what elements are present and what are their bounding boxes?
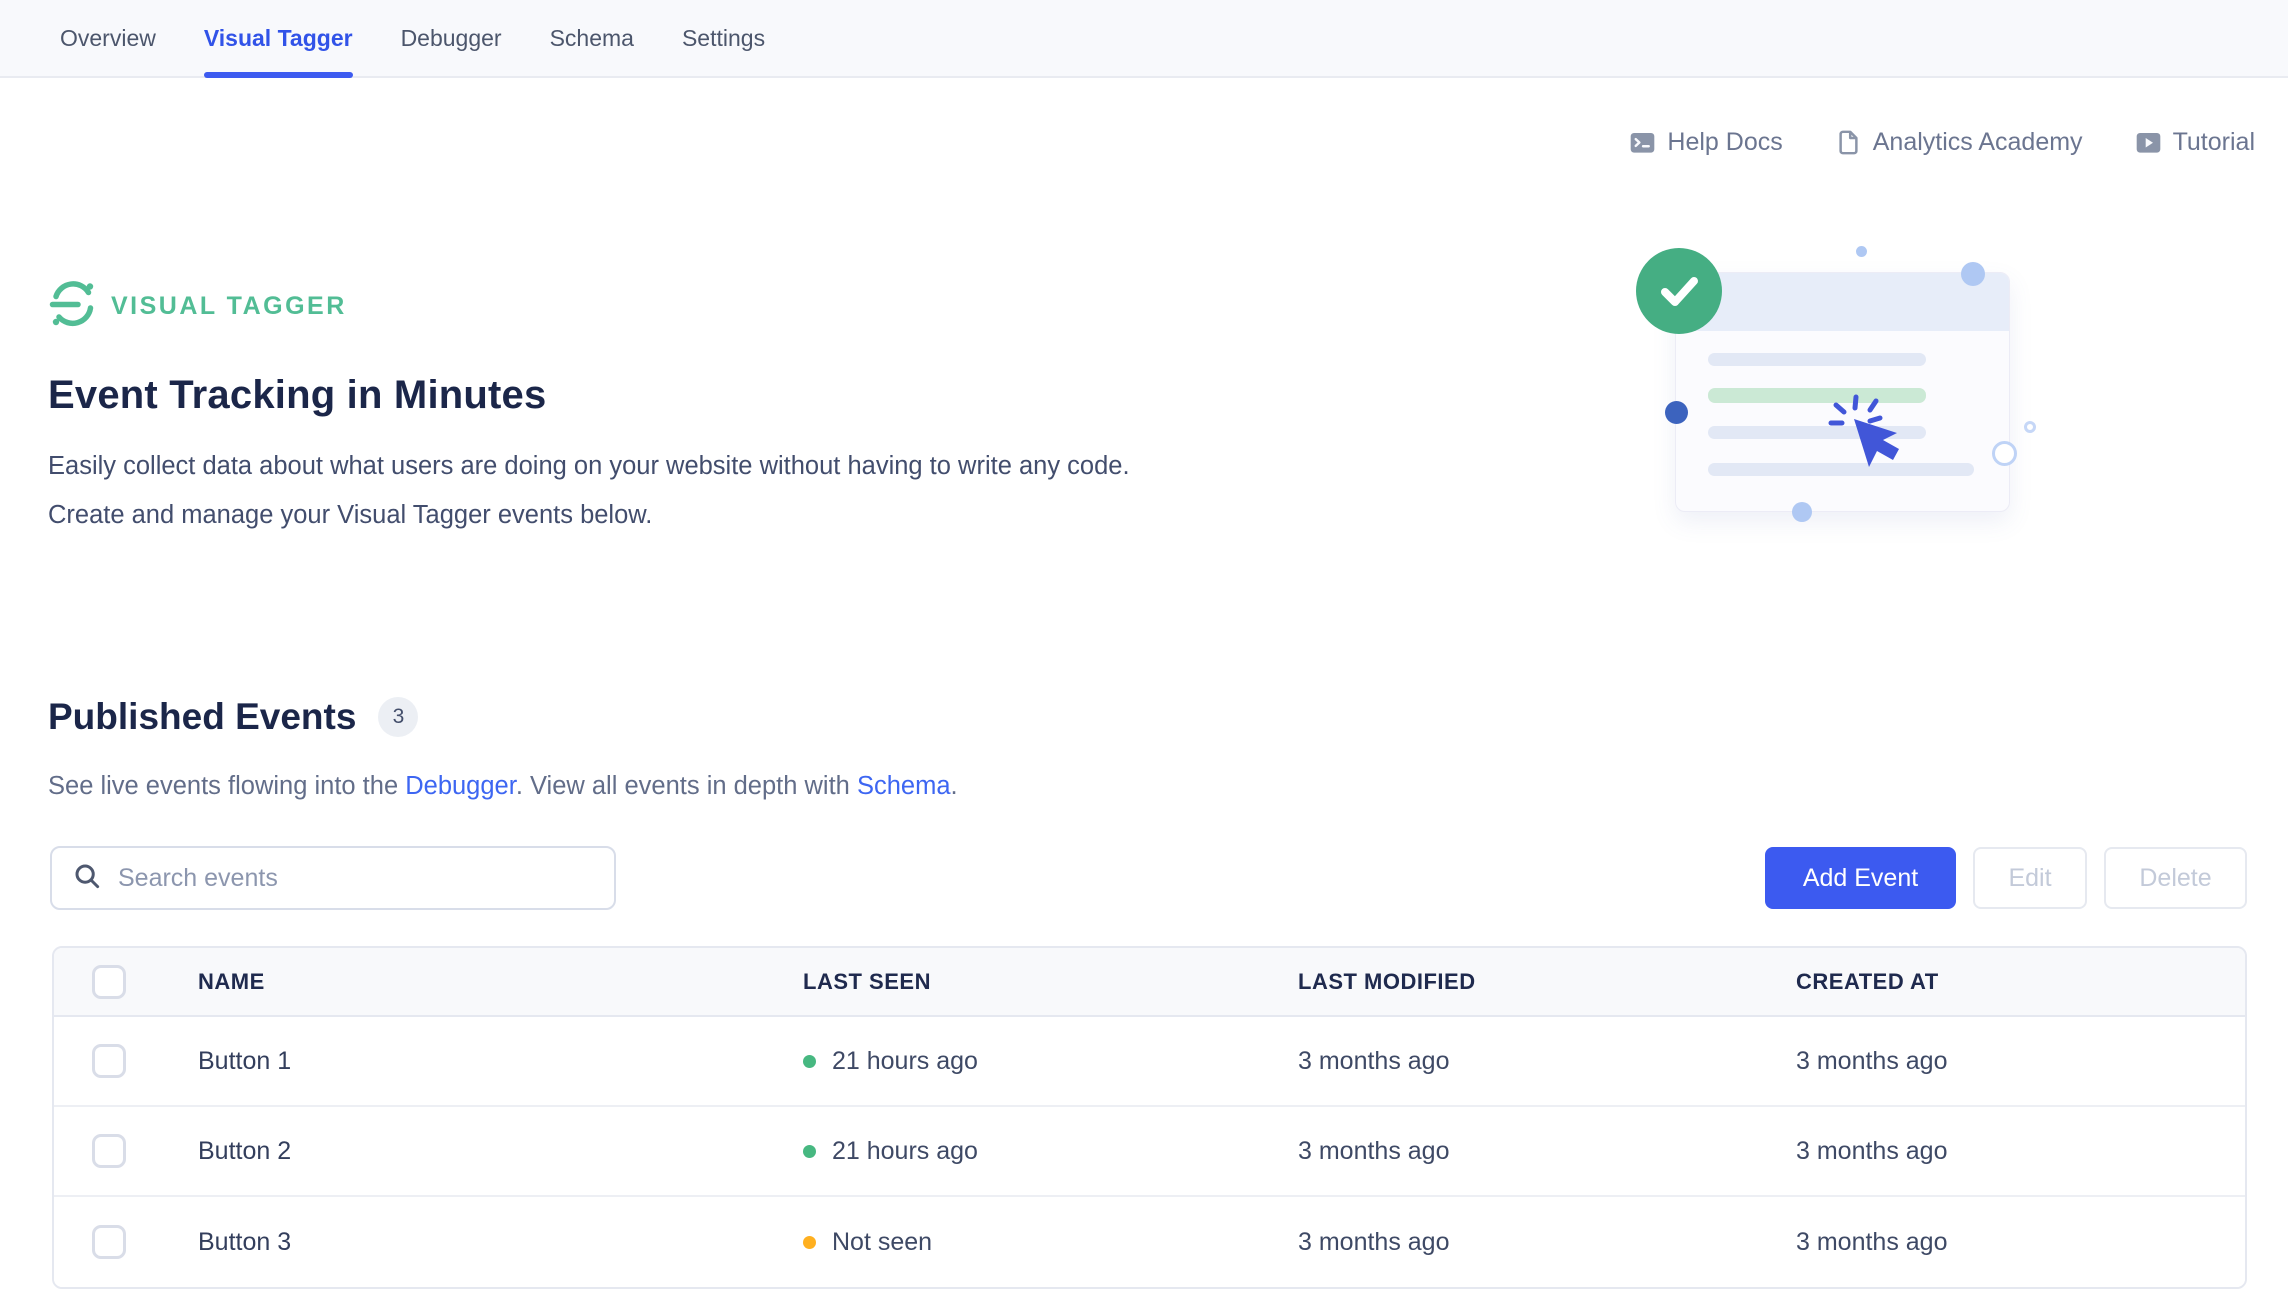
table-row[interactable]: Button 1 21 hours ago 3 months ago 3 mon… (54, 1017, 2245, 1107)
description-line: Easily collect data about what users are… (48, 442, 1130, 491)
event-count-badge: 3 (378, 697, 418, 737)
published-events-section: Published Events 3 See live events flowi… (48, 696, 958, 801)
edit-button[interactable]: Edit (1973, 847, 2087, 909)
last-modified-cell: 3 months ago (1298, 1137, 1796, 1166)
tab-visual-tagger[interactable]: Visual Tagger (204, 0, 353, 76)
row-checkbox[interactable] (92, 1225, 126, 1259)
table-row[interactable]: Button 2 21 hours ago 3 months ago 3 mon… (54, 1107, 2245, 1197)
last-seen-cell: 21 hours ago (803, 1137, 1298, 1166)
events-table: NAME LAST SEEN LAST MODIFIED CREATED AT … (52, 946, 2247, 1289)
table-row[interactable]: Button 3 Not seen 3 months ago 3 months … (54, 1197, 2245, 1287)
event-name-cell: Button 2 (198, 1137, 803, 1166)
illustration-card-header (1676, 273, 2009, 331)
search-box[interactable] (50, 846, 616, 910)
last-modified-cell: 3 months ago (1298, 1047, 1796, 1076)
terminal-icon (1629, 129, 1656, 156)
visual-tagger-page: Overview Visual Tagger Debugger Schema S… (0, 0, 2288, 1316)
tutorial-link[interactable]: Tutorial (2135, 128, 2255, 157)
last-seen-text: 21 hours ago (832, 1047, 978, 1076)
help-link-label: Analytics Academy (1873, 128, 2083, 157)
top-nav: Overview Visual Tagger Debugger Schema S… (0, 0, 2288, 78)
created-at-cell: 3 months ago (1796, 1228, 2245, 1257)
help-link-label: Tutorial (2173, 128, 2255, 157)
section-eyebrow: VISUAL TAGGER (111, 292, 347, 321)
created-at-cell: 3 months ago (1796, 1137, 2245, 1166)
column-header-last-modified: LAST MODIFIED (1298, 969, 1796, 995)
last-modified-cell: 3 months ago (1298, 1228, 1796, 1257)
page-title: Event Tracking in Minutes (48, 373, 1130, 418)
column-header-name: NAME (198, 969, 803, 995)
row-checkbox[interactable] (92, 1044, 126, 1078)
tab-debugger[interactable]: Debugger (401, 0, 502, 76)
delete-button[interactable]: Delete (2104, 847, 2247, 909)
status-dot-icon (803, 1145, 816, 1158)
cursor-click-icon (1826, 393, 1921, 498)
tab-settings[interactable]: Settings (682, 0, 765, 76)
document-icon (1835, 129, 1862, 156)
illustration-card (1675, 272, 2010, 512)
tab-schema[interactable]: Schema (550, 0, 634, 76)
help-docs-link[interactable]: Help Docs (1629, 128, 1782, 157)
description-line: Create and manage your Visual Tagger eve… (48, 491, 1130, 540)
hero-illustration (1630, 240, 2070, 550)
hero-section: VISUAL TAGGER Event Tracking in Minutes … (48, 280, 1130, 540)
last-seen-text: Not seen (832, 1228, 932, 1257)
event-name-cell: Button 3 (198, 1228, 803, 1257)
last-seen-text: 21 hours ago (832, 1137, 978, 1166)
schema-link[interactable]: Schema (857, 772, 951, 800)
help-links-bar: Help Docs Analytics Academy Tutorial (1629, 128, 2255, 157)
search-input[interactable] (118, 864, 594, 893)
page-description: Easily collect data about what users are… (48, 442, 1130, 540)
debugger-link[interactable]: Debugger (405, 772, 516, 800)
segment-logo-icon (48, 280, 96, 333)
help-link-label: Help Docs (1667, 128, 1782, 157)
status-dot-icon (803, 1055, 816, 1068)
table-body: Button 1 21 hours ago 3 months ago 3 mon… (54, 1017, 2245, 1287)
search-icon (72, 861, 102, 896)
last-seen-cell: 21 hours ago (803, 1047, 1298, 1076)
select-all-checkbox[interactable] (92, 965, 126, 999)
events-controls: Add Event Edit Delete (50, 846, 2247, 910)
table-header-row: NAME LAST SEEN LAST MODIFIED CREATED AT (54, 948, 2245, 1017)
check-circle-icon (1636, 248, 1722, 334)
last-seen-cell: Not seen (803, 1228, 1298, 1257)
published-events-subtitle: See live events flowing into the Debugge… (48, 772, 958, 801)
status-dot-icon (803, 1236, 816, 1249)
event-name-cell: Button 1 (198, 1047, 803, 1076)
published-events-title: Published Events (48, 696, 356, 738)
add-event-button[interactable]: Add Event (1765, 847, 1956, 909)
play-icon (2135, 129, 2162, 156)
tab-overview[interactable]: Overview (60, 0, 156, 76)
created-at-cell: 3 months ago (1796, 1047, 2245, 1076)
column-header-last-seen: LAST SEEN (803, 969, 1298, 995)
analytics-academy-link[interactable]: Analytics Academy (1835, 128, 2083, 157)
column-header-created-at: CREATED AT (1796, 969, 2245, 995)
row-checkbox[interactable] (92, 1134, 126, 1168)
